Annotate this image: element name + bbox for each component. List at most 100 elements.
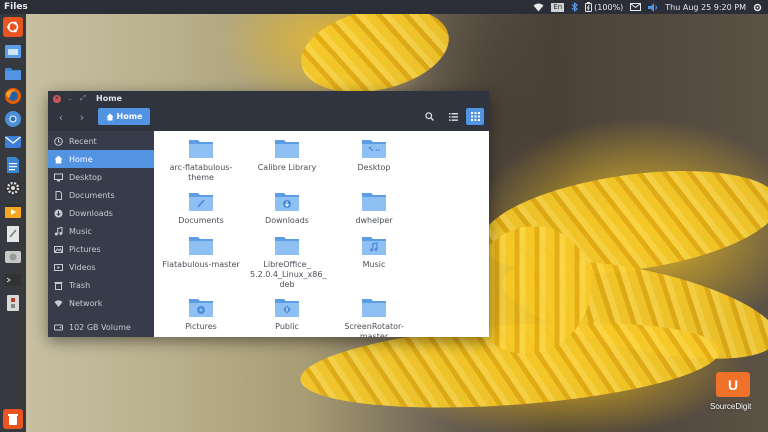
folder-label: Calibre Library <box>257 163 317 172</box>
folder-item[interactable]: Public <box>245 296 329 332</box>
sidebar-item-label: Videos <box>69 262 96 272</box>
file-manager-window: ✕ – ⤢ Home ‹ › Home Recent Home Desktop … <box>48 91 489 337</box>
places-sidebar: Recent Home Desktop Documents Downloads … <box>48 131 154 337</box>
sidebar-item-recent[interactable]: Recent <box>48 132 154 150</box>
sidebar-item-volume[interactable]: 102 GB Volume <box>48 318 154 336</box>
picture-icon <box>54 245 63 254</box>
libreoffice-writer-icon[interactable] <box>3 155 23 175</box>
sidebar-item-label: 102 GB Volume <box>69 322 131 332</box>
volume-icon[interactable] <box>648 2 658 12</box>
launcher <box>0 14 26 432</box>
files-icon[interactable] <box>3 41 23 61</box>
software-updater-icon[interactable] <box>3 293 23 313</box>
folder-item[interactable]: dwhelper <box>332 190 416 226</box>
search-icon[interactable] <box>420 108 438 125</box>
bluetooth-icon[interactable] <box>571 2 579 12</box>
forward-arrow-icon[interactable]: › <box>75 109 89 125</box>
sidebar-item-label: Desktop <box>69 172 102 182</box>
rope-decoration <box>293 0 457 105</box>
list-view-icon[interactable] <box>444 108 462 125</box>
desktop-icon <box>54 173 63 182</box>
sidebar-item-downloads[interactable]: Downloads <box>48 204 154 222</box>
folder-item[interactable]: Music <box>332 234 416 270</box>
terminal-icon[interactable] <box>3 270 23 290</box>
music-folder-icon <box>362 237 386 255</box>
music-icon <box>54 226 63 236</box>
folder-icon <box>275 237 299 255</box>
folder-item[interactable]: Calibre Library <box>245 137 329 173</box>
trash-icon[interactable] <box>3 409 23 429</box>
trash-icon <box>54 281 63 290</box>
desktop-folder-icon <box>362 140 386 158</box>
folder-label: Public <box>275 322 299 331</box>
folder-label: Pictures <box>185 322 217 331</box>
folder-item[interactable]: ScreenRotator-master <box>332 296 416 337</box>
downloads-folder-icon <box>275 193 299 211</box>
folder-item[interactable]: Documents <box>159 190 243 226</box>
window-title: Home <box>96 94 122 103</box>
ubuntu-dash-icon[interactable] <box>3 17 23 37</box>
window-titlebar[interactable]: ✕ – ⤢ Home <box>48 91 489 106</box>
watermark-text: SourceDigit <box>710 402 752 411</box>
close-icon[interactable]: ✕ <box>53 94 61 103</box>
envelope-icon[interactable] <box>630 3 642 11</box>
sidebar-item-label: Pictures <box>69 244 101 254</box>
video-icon <box>54 263 63 272</box>
folder-item[interactable]: Pictures <box>159 296 243 332</box>
folder-label: Flatabulous-master <box>162 260 240 269</box>
path-home-button[interactable]: Home <box>98 108 150 125</box>
sidebar-item-pictures[interactable]: Pictures <box>48 240 154 258</box>
system-settings-icon[interactable] <box>3 178 23 198</box>
back-arrow-icon[interactable]: ‹ <box>54 109 68 125</box>
video-player-icon[interactable] <box>3 201 23 221</box>
battery-indicator[interactable]: (100%) <box>585 2 623 12</box>
folder-item[interactable]: arc-flatabulous-theme <box>159 137 243 183</box>
sidebar-item-videos[interactable]: Videos <box>48 258 154 276</box>
disks-icon[interactable] <box>3 247 23 267</box>
folder-label: Downloads <box>265 216 309 225</box>
network-icon <box>54 299 63 308</box>
battery-icon <box>585 2 593 12</box>
home-icon <box>54 155 63 164</box>
chromium-icon[interactable] <box>3 109 23 129</box>
power-gear-icon[interactable] <box>753 3 762 12</box>
path-home-label: Home <box>116 112 143 121</box>
text-editor-icon[interactable] <box>3 224 23 244</box>
folder-label: Desktop <box>357 163 391 172</box>
folder-label: ScreenRotator-master <box>344 322 404 337</box>
top-panel: Files En (100%) Thu Aug 25 9:20 PM <box>0 0 768 14</box>
sidebar-item-documents[interactable]: Documents <box>48 186 154 204</box>
download-icon <box>54 209 63 218</box>
sidebar-item-label: Network <box>69 298 103 308</box>
clock-datetime[interactable]: Thu Aug 25 9:20 PM <box>665 3 746 12</box>
logo-letter: U <box>727 376 739 393</box>
maximize-icon[interactable]: ⤢ <box>79 94 87 103</box>
wifi-icon[interactable] <box>533 3 544 12</box>
sidebar-item-network[interactable]: Network <box>48 294 154 312</box>
sidebar-item-music[interactable]: Music <box>48 222 154 240</box>
sidebar-item-label: Downloads <box>69 208 113 218</box>
file-view: arc-flatabulous-theme Calibre Library De… <box>154 131 489 337</box>
folder-item[interactable]: Downloads <box>245 190 329 226</box>
folder-label: LibreOffice_ 5.2.0.4_Linux_x86_ deb <box>250 260 327 289</box>
sidebar-item-desktop[interactable]: Desktop <box>48 168 154 186</box>
grid-view-icon[interactable] <box>466 108 484 125</box>
sidebar-item-home[interactable]: Home <box>48 150 154 168</box>
folder-icon <box>189 237 213 255</box>
minimize-icon[interactable]: – <box>66 95 74 103</box>
files-home-icon[interactable] <box>3 63 23 83</box>
keyboard-layout-indicator[interactable]: En <box>551 2 565 12</box>
sidebar-item-trash[interactable]: Trash <box>48 276 154 294</box>
folder-icon <box>362 193 386 211</box>
folder-item[interactable]: LibreOffice_ 5.2.0.4_Linux_x86_ deb <box>245 234 329 290</box>
folder-label: Documents <box>178 216 224 225</box>
folder-item[interactable]: Desktop <box>332 137 416 173</box>
documents-folder-icon <box>189 193 213 211</box>
thunderbird-icon[interactable] <box>3 132 23 152</box>
firefox-icon[interactable] <box>3 86 23 106</box>
battery-percentage: (100%) <box>594 2 624 12</box>
folder-label: dwhelper <box>355 216 393 225</box>
toolbar: ‹ › Home <box>48 106 489 128</box>
folder-item[interactable]: Flatabulous-master <box>159 234 243 270</box>
indicator-area: En (100%) Thu Aug 25 9:20 PM <box>533 0 768 14</box>
